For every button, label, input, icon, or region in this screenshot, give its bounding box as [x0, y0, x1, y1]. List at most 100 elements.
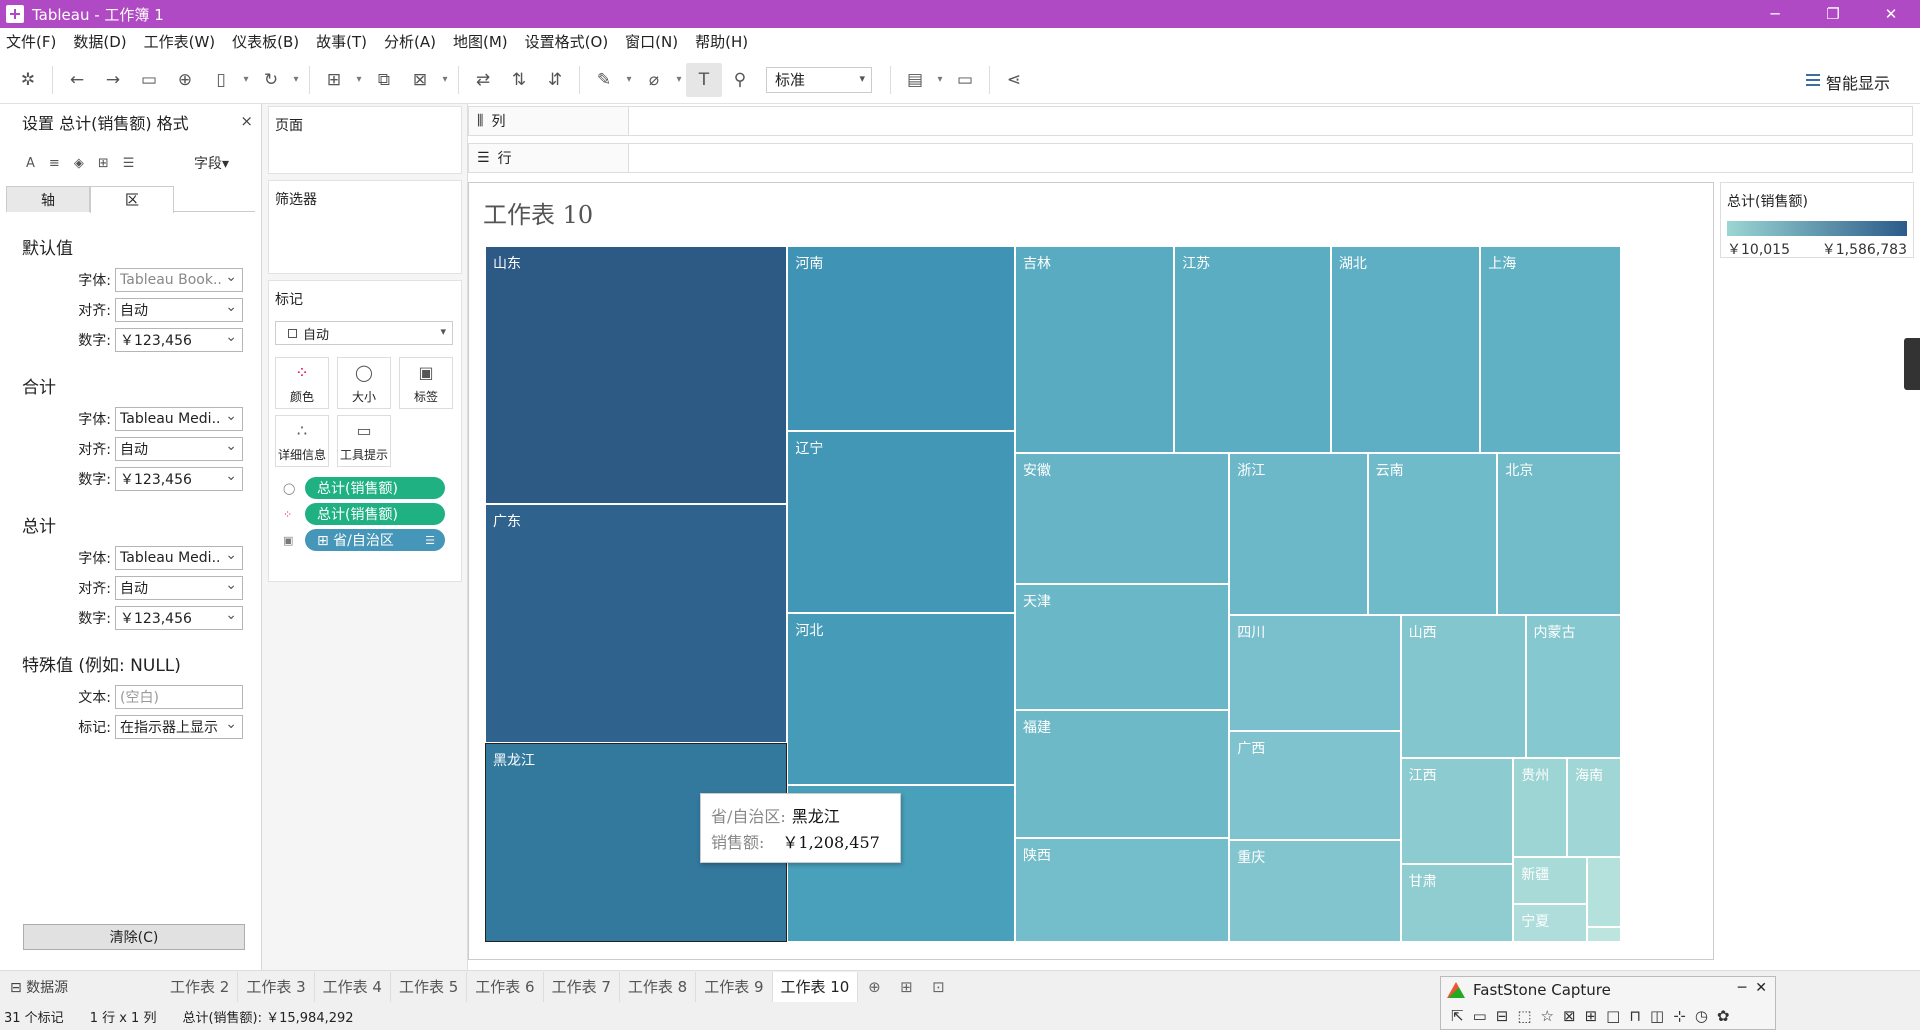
- sheet-tab[interactable]: 工作表 3: [238, 971, 315, 1002]
- treemap-cell[interactable]: [1586, 856, 1621, 928]
- sheet-tab[interactable]: 工作表 5: [391, 971, 468, 1002]
- menu-format[interactable]: 设置格式(O): [525, 31, 609, 52]
- color-legend[interactable]: 总计(销售额) ￥10,015 ￥1,586,783: [1720, 182, 1914, 258]
- pause-update-icon[interactable]: ▯: [203, 63, 239, 97]
- treemap-cell[interactable]: [1586, 927, 1621, 942]
- detail-button[interactable]: ∴ 详细信息: [275, 415, 329, 467]
- chevron-down-icon[interactable]: ▾: [933, 63, 947, 97]
- treemap-cell[interactable]: 山东: [485, 246, 788, 505]
- tableau-home-icon[interactable]: ✲: [10, 63, 46, 97]
- treemap-cell[interactable]: 海南: [1567, 757, 1621, 857]
- open-icon[interactable]: ⇱: [1451, 1007, 1464, 1025]
- sort-ascending-icon[interactable]: ⇅: [501, 63, 537, 97]
- treemap-cell[interactable]: 安徽: [1015, 453, 1230, 584]
- special-marks-select[interactable]: 在指示器上显示: [115, 715, 243, 739]
- sheet-tab-active[interactable]: 工作表 10: [772, 971, 859, 1002]
- group-members-icon[interactable]: ⌀: [636, 63, 672, 97]
- capture-object-icon[interactable]: ⊟: [1496, 1007, 1509, 1025]
- undo-icon[interactable]: ←: [59, 63, 95, 97]
- tab-axis[interactable]: 轴: [6, 186, 90, 212]
- treemap-cell[interactable]: 天津: [1015, 583, 1230, 711]
- capture-scroll-icon[interactable]: ⊞: [1585, 1007, 1598, 1025]
- clear-sheet-icon[interactable]: ⊠: [402, 63, 438, 97]
- close-button[interactable]: ✕: [1862, 0, 1920, 28]
- sheet-tab[interactable]: 工作表 9: [696, 971, 773, 1002]
- presentation-mode-icon[interactable]: ▭: [947, 63, 983, 97]
- duplicate-sheet-icon[interactable]: ⧉: [366, 63, 402, 97]
- sheet-tab[interactable]: 工作表 8: [620, 971, 697, 1002]
- menu-data[interactable]: 数据(D): [73, 31, 126, 52]
- filters-card[interactable]: 筛选器: [268, 180, 462, 274]
- treemap-cell[interactable]: 山西: [1400, 615, 1526, 758]
- sheet-tab[interactable]: 工作表 7: [544, 971, 620, 1002]
- mark-type-select[interactable]: 自动: [275, 321, 453, 345]
- faststone-close[interactable]: ✕: [1755, 980, 1767, 996]
- new-worksheet-icon[interactable]: ⊕: [858, 978, 890, 996]
- number-select[interactable]: ￥123,456: [115, 328, 243, 352]
- datasource-tab[interactable]: ⊟ 数据源: [0, 977, 162, 997]
- menu-analysis[interactable]: 分析(A): [384, 31, 436, 52]
- show-me-button[interactable]: 智能显示: [1805, 70, 1890, 94]
- capture-rect-icon[interactable]: ⬚: [1517, 1007, 1531, 1025]
- treemap-cell[interactable]: 贵州: [1513, 757, 1568, 857]
- lines-icon[interactable]: ☰: [123, 156, 135, 171]
- alignment-icon[interactable]: ≡: [49, 156, 60, 171]
- treemap-cell[interactable]: 四川: [1229, 615, 1401, 732]
- menu-window[interactable]: 窗口(N): [625, 31, 678, 52]
- size-button[interactable]: ◯ 大小: [337, 357, 391, 409]
- align-select[interactable]: 自动: [115, 576, 243, 600]
- restore-button[interactable]: ❐: [1804, 0, 1862, 28]
- new-datasource-icon[interactable]: ⊕: [167, 63, 203, 97]
- treemap-cell[interactable]: 重庆: [1229, 839, 1401, 942]
- treemap-cell[interactable]: 湖北: [1330, 246, 1481, 454]
- sheet-tab[interactable]: 工作表 2: [162, 971, 239, 1002]
- borders-icon[interactable]: ⊞: [98, 156, 109, 171]
- capture-freehand-icon[interactable]: ☆: [1541, 1007, 1554, 1025]
- chevron-down-icon[interactable]: ▾: [672, 63, 686, 97]
- treemap-cell[interactable]: 广东: [485, 504, 788, 744]
- special-text-input[interactable]: (空白): [115, 685, 243, 709]
- treemap-cell[interactable]: 河南: [787, 246, 1016, 432]
- new-story-icon[interactable]: ⊡: [922, 978, 954, 996]
- treemap-cell[interactable]: 江苏: [1174, 246, 1331, 454]
- menu-dashboard[interactable]: 仪表板(B): [232, 31, 299, 52]
- treemap-cell[interactable]: 甘肃: [1400, 863, 1514, 942]
- columns-shelf[interactable]: ⫼ 列: [468, 106, 1913, 136]
- treemap-cell[interactable]: 江西: [1400, 757, 1514, 864]
- treemap-cell[interactable]: 福建: [1015, 710, 1230, 839]
- pages-card[interactable]: 页面: [268, 106, 462, 174]
- capture-window-icon[interactable]: ▭: [1473, 1007, 1487, 1025]
- timer-icon[interactable]: ◷: [1695, 1007, 1708, 1025]
- minimize-button[interactable]: ─: [1746, 0, 1804, 28]
- menu-map[interactable]: 地图(M): [453, 31, 508, 52]
- treemap-cell[interactable]: 宁夏: [1513, 904, 1587, 942]
- fields-dropdown[interactable]: 字段▾: [194, 153, 229, 173]
- crosshair-icon[interactable]: ⊹: [1673, 1007, 1686, 1025]
- chevron-down-icon[interactable]: ▾: [239, 63, 253, 97]
- color-button[interactable]: ⁘ 颜色: [275, 357, 329, 409]
- label-button[interactable]: ▣ 标签: [399, 357, 453, 409]
- treemap-cell[interactable]: 内蒙古: [1525, 615, 1621, 758]
- menu-file[interactable]: 文件(F): [6, 31, 56, 52]
- screen-recorder-icon[interactable]: ◫: [1650, 1007, 1664, 1025]
- palette-icon[interactable]: ✿: [1717, 1007, 1730, 1025]
- fix-axes-icon[interactable]: ⚲: [722, 63, 758, 97]
- chevron-down-icon[interactable]: ▾: [289, 63, 303, 97]
- treemap-cell[interactable]: 陕西: [1015, 838, 1230, 942]
- font-select[interactable]: Tableau Book..: [115, 268, 243, 292]
- refresh-icon[interactable]: ↻: [253, 63, 289, 97]
- highlight-icon[interactable]: ✎: [586, 63, 622, 97]
- sheet-tab[interactable]: 工作表 4: [315, 971, 391, 1002]
- share-icon[interactable]: ⋖: [996, 63, 1032, 97]
- label-pill[interactable]: ⊞ 省/自治区 ☰: [305, 529, 445, 551]
- chevron-down-icon[interactable]: ▾: [438, 63, 452, 97]
- treemap-cell[interactable]: 浙江: [1229, 453, 1368, 616]
- capture-fullscreen-icon[interactable]: ⊠: [1563, 1007, 1576, 1025]
- capture-menu-icon[interactable]: ⊓: [1629, 1007, 1641, 1025]
- chevron-down-icon[interactable]: ▾: [352, 63, 366, 97]
- font-icon[interactable]: A: [26, 156, 35, 171]
- treemap-cell[interactable]: 吉林: [1015, 246, 1175, 454]
- treemap-cell[interactable]: 云南: [1367, 453, 1498, 616]
- tab-pane[interactable]: 区: [90, 186, 174, 213]
- save-icon[interactable]: ▭: [131, 63, 167, 97]
